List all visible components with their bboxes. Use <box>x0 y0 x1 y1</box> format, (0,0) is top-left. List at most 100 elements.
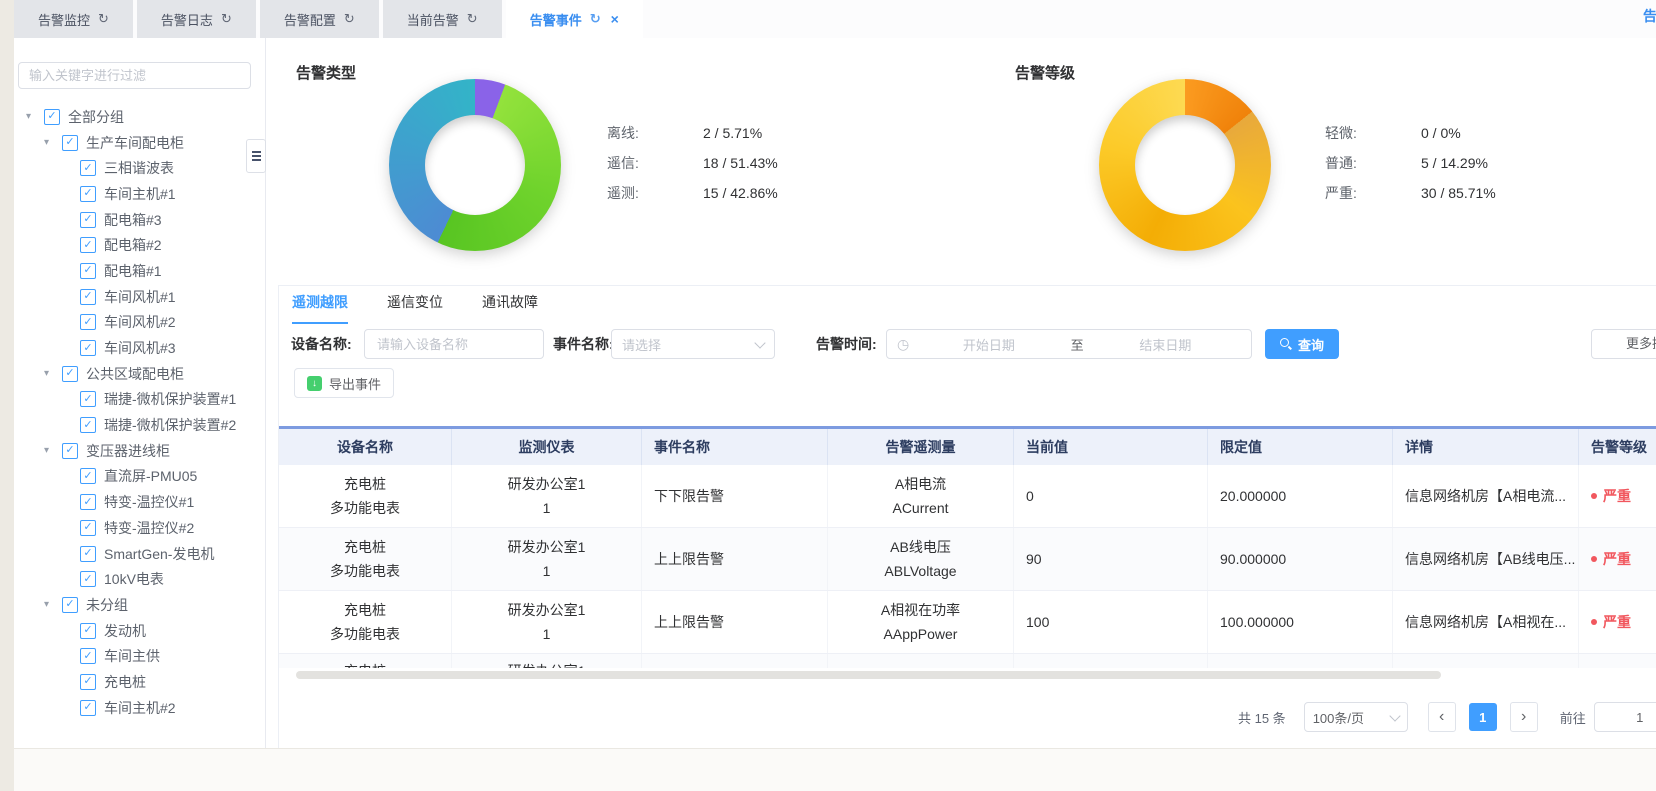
refresh-icon[interactable]: ↻ <box>467 11 478 27</box>
alarm-type-chart-title: 告警类型 <box>296 62 356 83</box>
window-tab[interactable]: 告警日志↻ <box>137 0 256 38</box>
next-page-button[interactable]: › <box>1510 702 1538 732</box>
expand-arrow-icon[interactable]: ▾ <box>44 368 62 379</box>
checkbox-checked[interactable]: ✓ <box>62 366 78 382</box>
column-header: 事件名称 <box>642 429 828 465</box>
tree-item[interactable]: ✓10kV电表 <box>14 566 265 592</box>
tree-item-label: 配电箱#3 <box>104 210 162 230</box>
checkbox-checked[interactable]: ✓ <box>80 417 96 433</box>
checkbox-checked[interactable]: ✓ <box>80 160 96 176</box>
window-tab[interactable]: 告警事件↻× <box>506 0 643 38</box>
device-name-input[interactable] <box>364 329 544 359</box>
refresh-icon[interactable]: ↻ <box>221 11 232 27</box>
checkbox-checked[interactable]: ✓ <box>80 340 96 356</box>
donut-hole <box>1135 115 1235 215</box>
tree-item[interactable]: ✓特变-温控仪#2 <box>14 515 265 541</box>
tree-item[interactable]: ✓发动机 <box>14 618 265 644</box>
table-cell: 严重 <box>1579 465 1656 527</box>
column-header: 设备名称 <box>279 429 452 465</box>
tree-item[interactable]: ▾✓变压器进线柜 <box>14 438 265 464</box>
window-tab[interactable]: 告警配置↻ <box>260 0 379 38</box>
checkbox-checked[interactable]: ✓ <box>62 135 78 151</box>
table-row: 充电桩多功能电表研发办公室11下下限告警A相电流ACurrent020.0000… <box>279 465 1656 528</box>
prev-page-button[interactable]: ‹ <box>1428 702 1456 732</box>
refresh-icon[interactable]: ↻ <box>590 11 601 27</box>
start-date-placeholder[interactable]: 开始日期 <box>913 335 1064 354</box>
alarm-level-chart-title: 告警等级 <box>1015 62 1075 83</box>
horizontal-scrollbar[interactable] <box>296 671 1441 679</box>
tree-item[interactable]: ✓车间主机#1 <box>14 181 265 207</box>
window-tab[interactable]: 告警监控↻ <box>14 0 133 38</box>
severity-label: 严重 <box>1603 547 1631 571</box>
checkbox-checked[interactable]: ✓ <box>80 520 96 536</box>
tree-item[interactable]: ▾✓未分组 <box>14 592 265 618</box>
tab-telemetry-limit[interactable]: 遥测越限 <box>292 288 348 324</box>
tree-filter-input[interactable] <box>18 62 251 89</box>
tree-item[interactable]: ✓瑞捷-微机保护装置#2 <box>14 412 265 438</box>
tree-item[interactable]: ✓瑞捷-微机保护装置#1 <box>14 387 265 413</box>
refresh-icon[interactable]: ↻ <box>344 11 355 27</box>
tree-item[interactable]: ✓SmartGen-发电机 <box>14 541 265 567</box>
checkbox-checked[interactable]: ✓ <box>80 546 96 562</box>
legend-value: 5 / 14.29% <box>1421 155 1488 171</box>
checkbox-checked[interactable]: ✓ <box>80 391 96 407</box>
tree-item[interactable]: ✓三相谐波表 <box>14 155 265 181</box>
goto-page-label: 前往 <box>1560 708 1586 727</box>
query-button[interactable]: 查询 <box>1265 329 1339 359</box>
checkbox-checked[interactable]: ✓ <box>80 623 96 639</box>
checkbox-checked[interactable]: ✓ <box>80 237 96 253</box>
export-events-button[interactable]: ↓ 导出事件 <box>294 368 394 398</box>
table-cell: A相电流ACurrent <box>828 465 1014 527</box>
checkbox-checked[interactable]: ✓ <box>80 700 96 716</box>
tree-item[interactable]: ✓车间主供 <box>14 643 265 669</box>
window-tab[interactable]: 当前告警↻ <box>383 0 502 38</box>
expand-arrow-icon[interactable]: ▾ <box>26 111 44 122</box>
tree-item[interactable]: ✓配电箱#2 <box>14 232 265 258</box>
tab-signal-change[interactable]: 遥信变位 <box>387 288 443 324</box>
expand-arrow-icon[interactable]: ▾ <box>44 599 62 610</box>
checkbox-checked[interactable]: ✓ <box>80 571 96 587</box>
expand-arrow-icon[interactable]: ▾ <box>44 445 62 456</box>
checkbox-checked[interactable]: ✓ <box>80 468 96 484</box>
checkbox-checked[interactable]: ✓ <box>80 289 96 305</box>
event-name-select[interactable]: 请选择 <box>611 329 775 359</box>
tree-item[interactable]: ✓车间风机#1 <box>14 284 265 310</box>
close-icon[interactable]: × <box>611 11 619 27</box>
checkbox-checked[interactable]: ✓ <box>80 494 96 510</box>
checkbox-checked[interactable]: ✓ <box>62 597 78 613</box>
legend-value: 2 / 5.71% <box>703 125 762 141</box>
tree-item[interactable]: ✓配电箱#1 <box>14 258 265 284</box>
checkbox-checked[interactable]: ✓ <box>80 674 96 690</box>
end-date-placeholder[interactable]: 结束日期 <box>1090 335 1241 354</box>
tree-item[interactable]: ▾✓全部分组 <box>14 104 265 130</box>
alarm-time-range-picker[interactable]: ◷ 开始日期 至 结束日期 <box>886 329 1252 359</box>
checkbox-checked[interactable]: ✓ <box>80 212 96 228</box>
goto-page-input[interactable] <box>1594 702 1656 732</box>
device-name-label: 设备名称: <box>291 329 352 359</box>
checkbox-checked[interactable]: ✓ <box>80 314 96 330</box>
checkbox-checked[interactable]: ✓ <box>80 648 96 664</box>
checkbox-checked[interactable]: ✓ <box>44 109 60 125</box>
tab-comm-fault[interactable]: 通讯故障 <box>482 288 538 324</box>
checkbox-checked[interactable]: ✓ <box>62 443 78 459</box>
tree-item[interactable]: ✓特变-温控仪#1 <box>14 489 265 515</box>
current-page-button[interactable]: 1 <box>1469 703 1497 731</box>
severity-badge: 严重 <box>1591 547 1656 571</box>
window-edge <box>0 0 14 791</box>
collapse-sidebar-handle[interactable] <box>246 139 266 173</box>
tree-item[interactable]: ✓充电桩 <box>14 669 265 695</box>
tree-item[interactable]: ✓ 配电箱#3 <box>14 207 265 233</box>
tree-item[interactable]: ✓直流屏-PMU05 <box>14 464 265 490</box>
checkbox-checked[interactable]: ✓ <box>80 186 96 202</box>
tree-item[interactable]: ▾✓公共区域配电柜 <box>14 361 265 387</box>
checkbox-checked[interactable]: ✓ <box>80 263 96 279</box>
tree-item[interactable]: ✓车间风机#2 <box>14 310 265 336</box>
refresh-icon[interactable]: ↻ <box>98 11 109 27</box>
more-actions-button[interactable]: 更多操作 <box>1591 329 1656 359</box>
expand-arrow-icon[interactable]: ▾ <box>44 137 62 148</box>
tree-item[interactable]: ✓车间风机#3 <box>14 335 265 361</box>
tree-item[interactable]: ▾✓生产车间配电柜 <box>14 130 265 156</box>
page-size-select[interactable]: 100条/页 <box>1304 702 1408 732</box>
tree-item[interactable]: ✓车间主机#2 <box>14 695 265 721</box>
alarm-level-donut-chart <box>1099 79 1271 251</box>
